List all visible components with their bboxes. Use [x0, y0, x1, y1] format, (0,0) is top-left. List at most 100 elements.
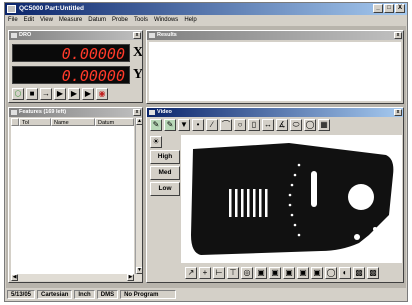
light-low-button[interactable]: Low [150, 182, 180, 196]
measure-toolbar: ✎ ✎ ▼ • ∕ ⌒ ○ ▯ ↔ ∡ ⬭ ◯ ▦ [150, 119, 330, 131]
frame-icon-5[interactable]: ▣ [311, 267, 323, 279]
video-view[interactable] [181, 135, 402, 263]
status-program: No Program [120, 290, 177, 299]
menu-windows[interactable]: Windows [154, 15, 178, 25]
col-header-datum[interactable]: Datum [95, 118, 134, 126]
menu-tools[interactable]: Tools [134, 15, 148, 25]
contrast-icon[interactable]: ◐ [339, 267, 351, 279]
frame-icon-4[interactable]: ▣ [297, 267, 309, 279]
video-window-icon [149, 110, 155, 115]
arc-icon[interactable]: ⌒ [220, 119, 232, 131]
dro-toolbar: ◯ ■ → ▶ ▶ ▶ ◉ [12, 88, 108, 100]
results-close-button[interactable]: x [394, 32, 402, 39]
angle-icon[interactable]: ∡ [276, 119, 288, 131]
features-titlebar: Features (169 left) x [9, 108, 142, 117]
menu-view[interactable]: View [40, 15, 53, 25]
cross-line-icon[interactable]: ⊢ [213, 267, 225, 279]
target-icon[interactable]: ◉ [96, 88, 108, 100]
features-list[interactable] [11, 126, 134, 274]
part-image [191, 143, 394, 255]
slot-icon[interactable]: ▯ [248, 119, 260, 131]
dro-close-button[interactable]: x [133, 32, 141, 39]
menu-probe[interactable]: Probe [112, 15, 128, 25]
light-med-button[interactable]: Med [150, 166, 180, 180]
circle-icon[interactable]: ○ [234, 119, 246, 131]
app-titlebar: QC5000 Part:Untitled _ □ X [5, 3, 407, 15]
point-icon[interactable]: • [192, 119, 204, 131]
menu-edit[interactable]: Edit [24, 15, 34, 25]
scroll-down-arrow[interactable]: ▼ [136, 267, 142, 274]
features-hscrollbar[interactable]: ◀ ▶ [11, 274, 142, 281]
light-icon[interactable]: ☀ [150, 136, 162, 148]
line-icon[interactable]: ∕ [206, 119, 218, 131]
video-window: Video x ✎ ✎ ▼ • ∕ ⌒ ○ ▯ ↔ ∡ ⬭ ◯ ▦ ☀ High [146, 107, 404, 283]
results-pane [149, 42, 401, 101]
small-hole [354, 234, 360, 240]
status-coordinates: Cartesian [37, 290, 73, 299]
frame-icon-3[interactable]: ▣ [283, 267, 295, 279]
results-titlebar: Results x [147, 31, 403, 40]
app-title: QC5000 Part:Untitled [19, 5, 85, 12]
stop-icon[interactable]: ■ [26, 88, 38, 100]
light-high-button[interactable]: High [150, 150, 180, 164]
menu-datum[interactable]: Datum [88, 15, 106, 25]
x-axis-label[interactable]: X [132, 45, 142, 61]
part-notch [311, 171, 317, 207]
ellipse-icon[interactable]: ⬭ [290, 119, 302, 131]
col-header-status[interactable] [11, 118, 19, 126]
edge-icon[interactable]: ⊤ [227, 267, 239, 279]
results-window-icon [149, 33, 155, 38]
probe-icon[interactable]: ◯ [12, 88, 24, 100]
dro-window: DRO x 0.00000 X 0.00000 Y ◯ ■ → ▶ ▶ ▶ ◉ [8, 30, 143, 103]
crosshair-icon[interactable]: + [199, 267, 211, 279]
features-vscrollbar[interactable]: ▲ ▼ [135, 118, 142, 274]
results-title: Results [157, 32, 177, 38]
status-date: 5/13/05 [7, 290, 36, 299]
col-header-tol[interactable]: Tol [19, 118, 51, 126]
checker-icon[interactable]: ▩ [353, 267, 365, 279]
scroll-up-arrow[interactable]: ▲ [136, 118, 142, 125]
arrow-right-icon[interactable]: → [40, 88, 52, 100]
pencil-icon[interactable]: ✎ [150, 119, 162, 131]
video-title: Video [157, 109, 172, 115]
app-window: QC5000 Part:Untitled _ □ X File Edit Vie… [4, 2, 408, 302]
circle-target-icon[interactable]: ◎ [241, 267, 253, 279]
play-icon[interactable]: ▶ [54, 88, 66, 100]
status-bar: 5/13/05 Cartesian Inch DMS No Program [5, 288, 407, 301]
play-end-icon[interactable]: ▶ [82, 88, 94, 100]
blob-icon[interactable]: ◯ [304, 119, 316, 131]
restore-button[interactable]: □ [384, 4, 394, 13]
edit-icon[interactable]: ✎ [164, 119, 176, 131]
video-close-button[interactable]: x [394, 109, 402, 116]
tiny-hole [373, 227, 377, 231]
distance-icon[interactable]: ↔ [262, 119, 274, 131]
frame-icon-2[interactable]: ▣ [269, 267, 281, 279]
features-title: Features (169 left) [19, 109, 67, 115]
app-icon [7, 5, 16, 13]
col-header-name[interactable]: Name [51, 118, 95, 126]
scroll-left-arrow[interactable]: ◀ [11, 274, 18, 281]
results-window: Results x [146, 30, 404, 104]
menu-file[interactable]: File [8, 15, 18, 25]
frame-icon-1[interactable]: ▣ [255, 267, 267, 279]
x-readout[interactable]: 0.00000 [12, 44, 130, 63]
image-icon[interactable]: ▦ [318, 119, 330, 131]
y-axis-label[interactable]: Y [132, 67, 142, 83]
arrow-tool-icon[interactable]: ↗ [185, 267, 197, 279]
close-button[interactable]: X [395, 4, 405, 13]
play-forward-icon[interactable]: ▶ [68, 88, 80, 100]
probe-tip-icon[interactable]: ▼ [178, 119, 190, 131]
features-close-button[interactable]: x [133, 109, 141, 116]
minimize-button[interactable]: _ [373, 4, 383, 13]
lasso-icon[interactable]: ◯ [325, 267, 337, 279]
menu-help[interactable]: Help [184, 15, 196, 25]
menu-bar: File Edit View Measure Datum Probe Tools… [5, 15, 407, 25]
dro-window-icon [11, 33, 17, 38]
features-header: Tol Name Datum [11, 118, 134, 126]
scroll-right-arrow[interactable]: ▶ [127, 274, 134, 281]
pattern-icon[interactable]: ▩ [367, 267, 379, 279]
menu-measure[interactable]: Measure [59, 15, 82, 25]
y-readout[interactable]: 0.00000 [12, 66, 130, 85]
status-units: Inch [74, 290, 95, 299]
dro-y-row: 0.00000 Y [12, 65, 142, 85]
